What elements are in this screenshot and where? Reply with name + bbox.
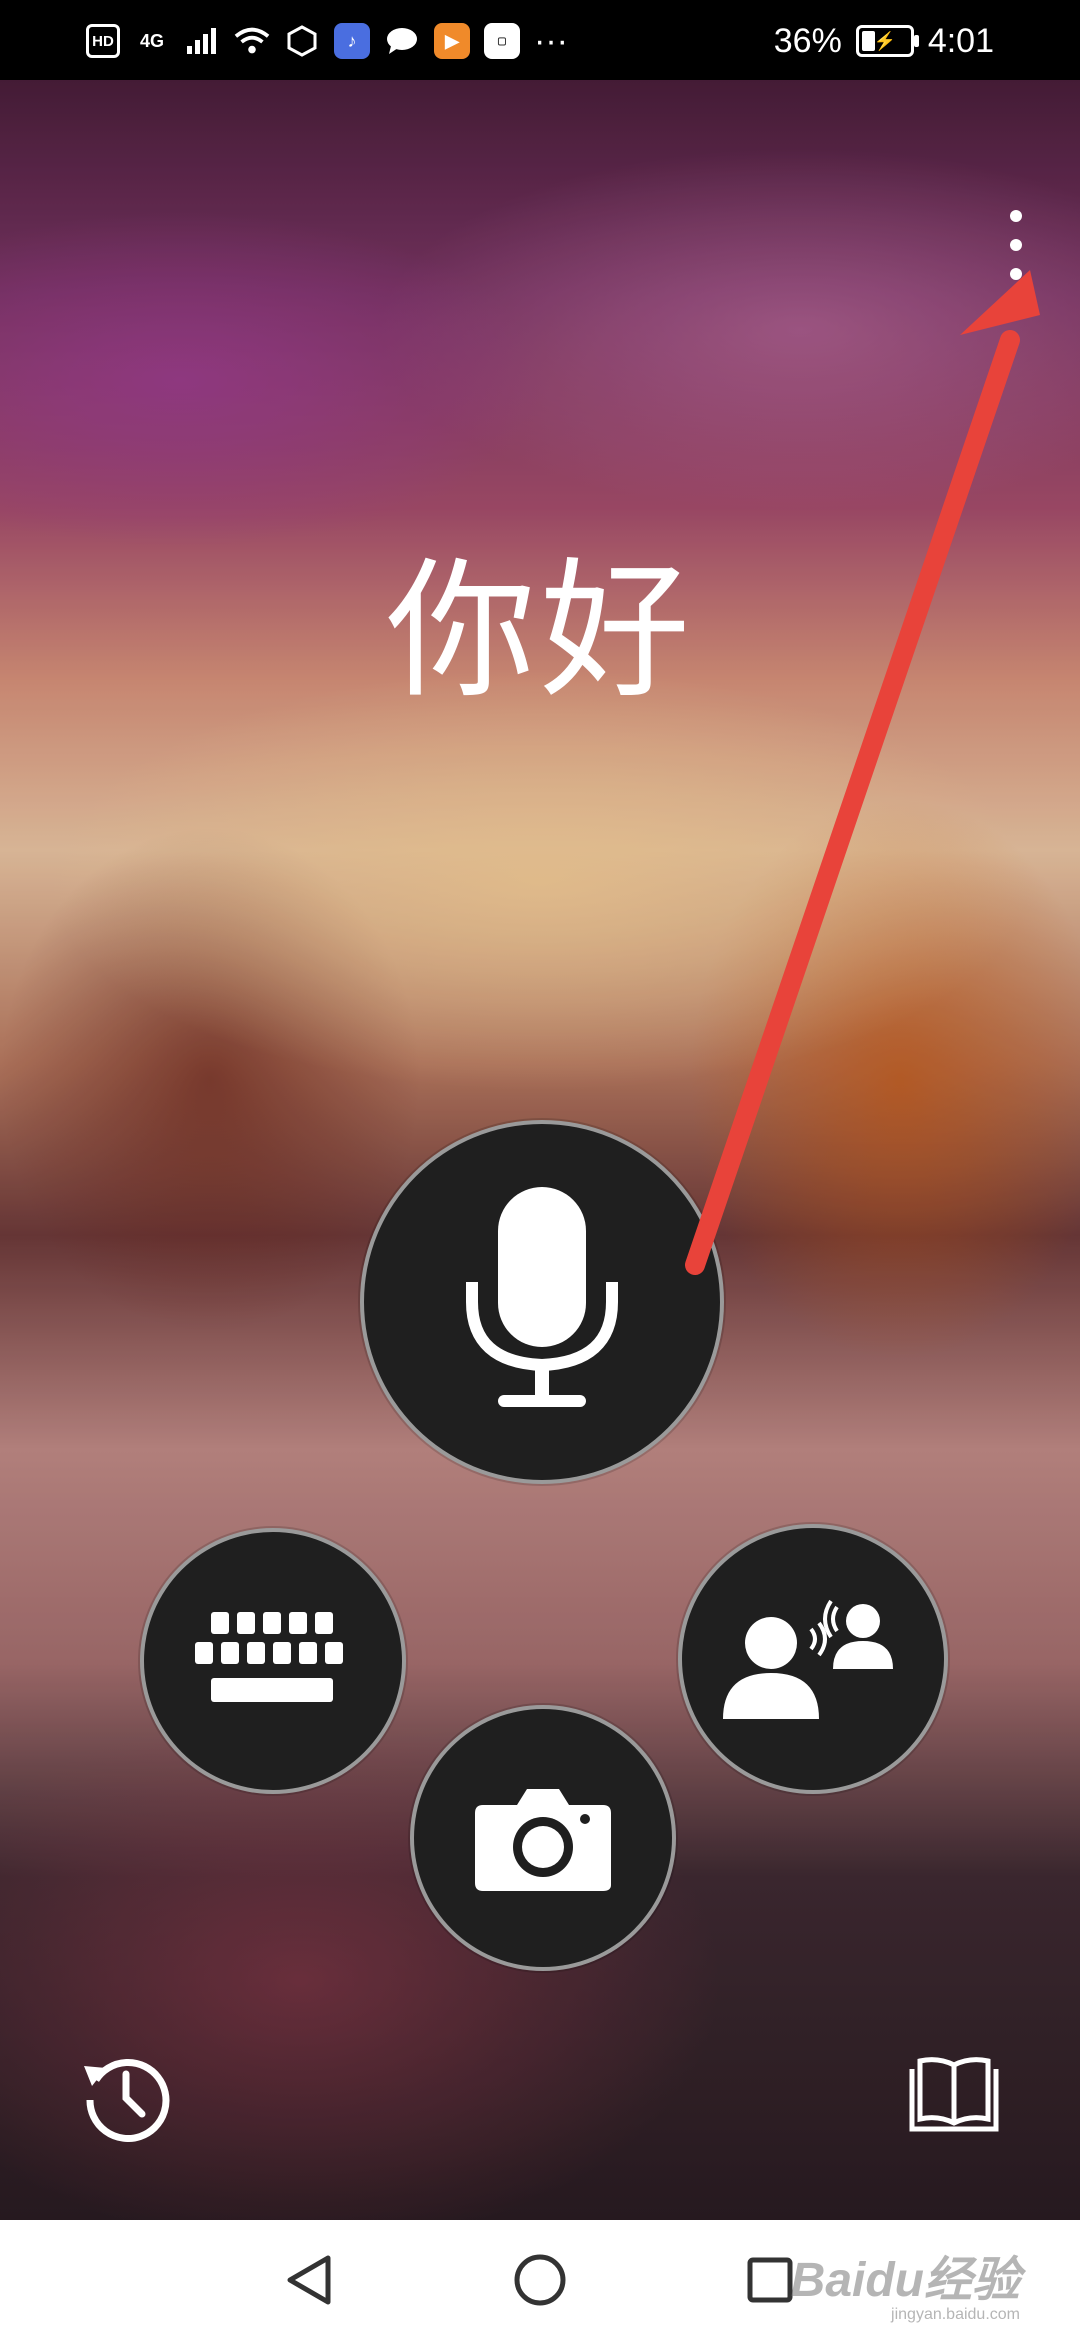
app-notification-icon bbox=[284, 23, 320, 59]
status-bar: HD 4G ♪ ▶ ▢ ··· 36% ⚡ 4:01 bbox=[0, 0, 1080, 80]
signal-icon bbox=[184, 23, 220, 59]
video-app-icon: ▶ bbox=[434, 23, 470, 59]
status-icons-left: HD 4G ♪ ▶ ▢ ··· bbox=[86, 18, 568, 64]
wifi-icon bbox=[234, 23, 270, 59]
store-app-icon: ▢ bbox=[484, 23, 520, 59]
home-button[interactable] bbox=[510, 2250, 570, 2310]
phrasebook-button[interactable] bbox=[908, 2055, 1000, 2135]
book-icon bbox=[909, 2057, 999, 2132]
battery-icon: ⚡ bbox=[855, 25, 919, 57]
conversation-icon bbox=[723, 1599, 893, 1719]
history-icon bbox=[84, 2059, 170, 2142]
history-button[interactable] bbox=[80, 2050, 172, 2142]
back-button[interactable] bbox=[280, 2250, 340, 2310]
network-icon: 4G bbox=[134, 23, 170, 59]
menu-dot bbox=[1010, 210, 1022, 222]
camera-translate-button[interactable] bbox=[410, 1705, 676, 1971]
watermark-url: jingyan.baidu.com bbox=[891, 2306, 1020, 2323]
greeting-text: 你好 bbox=[385, 545, 694, 719]
charging-icon: ⚡ bbox=[873, 30, 897, 51]
keyboard-icon bbox=[195, 1612, 343, 1702]
conversation-button[interactable] bbox=[678, 1524, 948, 1794]
voice-translate-button[interactable] bbox=[360, 1120, 724, 1484]
music-app-icon: ♪ bbox=[334, 23, 370, 59]
network-label: 4G bbox=[139, 30, 164, 51]
home-icon bbox=[514, 2254, 566, 2306]
message-icon bbox=[384, 23, 420, 59]
clock: 4:01 bbox=[927, 21, 994, 60]
keyboard-input-button[interactable] bbox=[140, 1528, 406, 1794]
back-icon bbox=[287, 2255, 331, 2305]
camera-icon bbox=[475, 1789, 611, 1891]
menu-dot bbox=[1010, 268, 1022, 280]
battery-percent: 36% bbox=[773, 21, 842, 60]
watermark: Baidu经验 bbox=[790, 2254, 1020, 2307]
more-notifications-icon: ··· bbox=[534, 22, 568, 60]
microphone-icon bbox=[466, 1187, 618, 1407]
hd-icon: HD bbox=[86, 24, 120, 58]
more-vertical-icon[interactable] bbox=[1000, 210, 1032, 280]
status-icons-right: 36% ⚡ 4:01 bbox=[774, 18, 994, 64]
menu-dot bbox=[1010, 239, 1022, 251]
